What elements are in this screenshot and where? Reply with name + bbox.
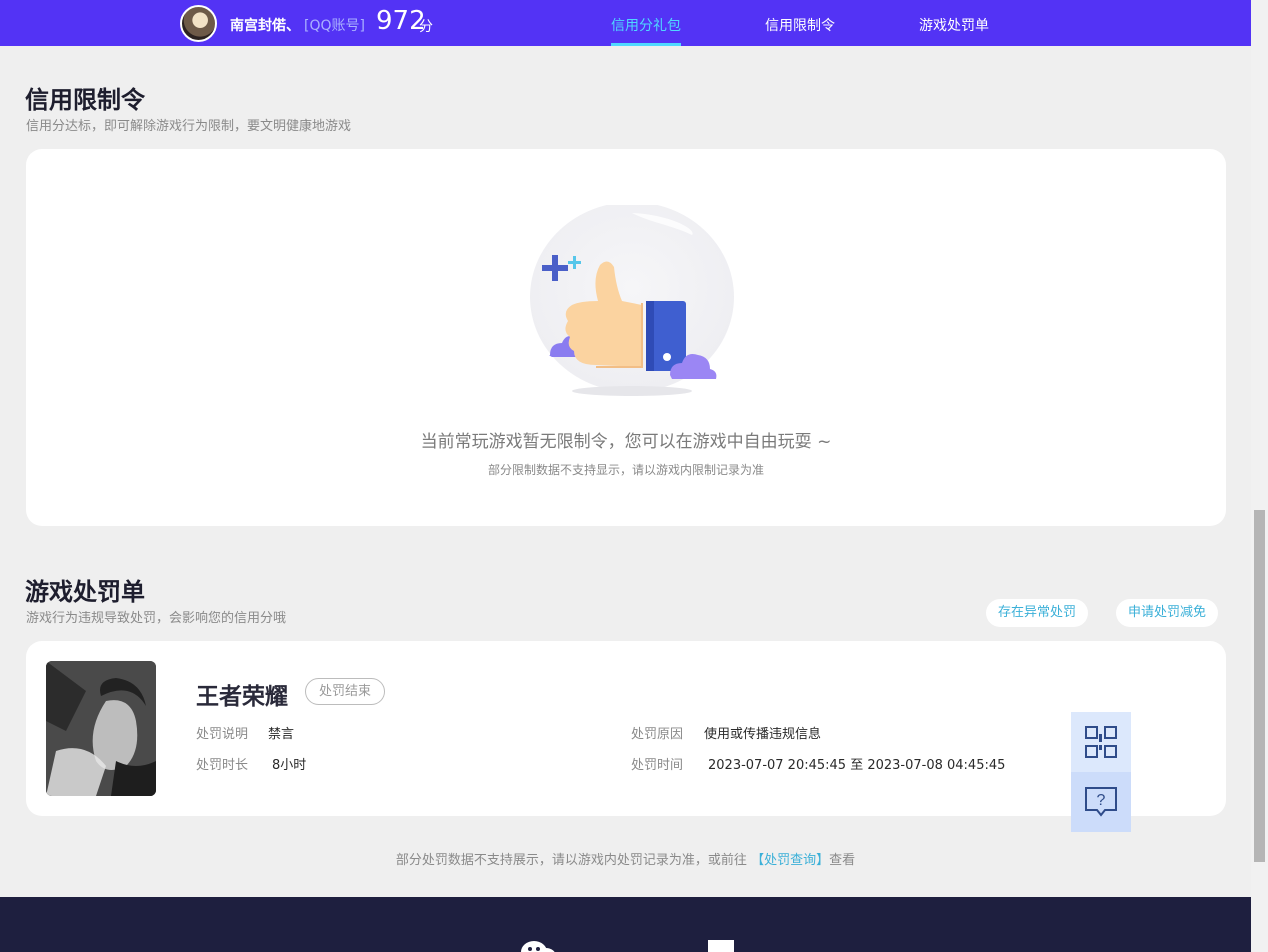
wechat-icon[interactable] — [520, 938, 556, 952]
nav-active-underline — [611, 43, 681, 46]
scrollbar-thumb[interactable] — [1254, 510, 1265, 862]
restriction-card: 当前常玩游戏暂无限制令，您可以在游戏中自由玩耍 ~ 部分限制数据不支持显示，请以… — [26, 149, 1226, 526]
restriction-subtitle: 信用分达标，即可解除游戏行为限制，要文明健康地游戏 — [26, 119, 352, 134]
qr-code-button[interactable] — [1071, 712, 1131, 772]
game-cover-image — [46, 661, 156, 796]
nickname: 南宫封偌、 — [230, 18, 300, 34]
score-unit: 分 — [419, 19, 433, 35]
help-chat-icon: ? — [1085, 787, 1117, 817]
footer-square-icon[interactable] — [708, 940, 734, 952]
penalty-query-link[interactable]: 【处罚查询】 — [751, 853, 829, 868]
penalty-time-label: 处罚时间 — [631, 758, 684, 773]
penalty-subtitle: 游戏行为违规导致处罚，会影响您的信用分哦 — [26, 611, 287, 626]
game-name: 王者荣耀 — [196, 684, 288, 710]
restriction-title: 信用限制令 — [25, 86, 145, 114]
apply-reduction-button[interactable]: 申请处罚减免 — [1116, 599, 1219, 627]
penalty-card: 王者荣耀 处罚结束 处罚说明 禁言 处罚时长 8小时 处罚原因 使用或传播违规信… — [26, 641, 1226, 816]
penalty-desc-label: 处罚说明 — [196, 727, 249, 742]
penalty-duration-label: 处罚时长 — [196, 758, 249, 773]
penalty-time-value: 2023-07-07 20:45:45 至 2023-07-08 04:45:4… — [708, 758, 1006, 773]
account-type: [QQ账号] — [304, 18, 365, 34]
empty-message: 当前常玩游戏暂无限制令，您可以在游戏中自由玩耍 ~ — [420, 432, 832, 452]
penalty-footnote: 部分处罚数据不支持展示，请以游戏内处罚记录为准，或前往 【处罚查询】查看 — [0, 849, 1251, 868]
nav-game-penalty[interactable]: 游戏处罚单 — [919, 15, 989, 35]
nav-credit-restriction[interactable]: 信用限制令 — [765, 15, 835, 35]
penalty-title: 游戏处罚单 — [25, 578, 145, 606]
nav-credit-gift[interactable]: 信用分礼包 — [611, 15, 681, 35]
penalty-desc-value: 禁言 — [268, 727, 295, 742]
thumbs-up-illustration — [530, 205, 734, 396]
help-button[interactable]: ? — [1071, 772, 1131, 832]
footnote-suffix: 查看 — [829, 853, 856, 868]
empty-note: 部分限制数据不支持显示，请以游戏内限制记录为准 — [487, 463, 764, 477]
penalty-status-badge: 处罚结束 — [305, 678, 386, 705]
penalty-reason-value: 使用或传播违规信息 — [704, 727, 822, 742]
abnormal-penalty-button[interactable]: 存在异常处罚 — [986, 599, 1089, 627]
page-footer — [0, 897, 1251, 952]
footnote-text: 部分处罚数据不支持展示，请以游戏内处罚记录为准，或前往 — [395, 853, 747, 868]
avatar[interactable] — [180, 5, 217, 42]
penalty-reason-label: 处罚原因 — [631, 727, 684, 742]
svg-text:?: ? — [1097, 792, 1106, 809]
top-bar: 南宫封偌、 [QQ账号] 972 分 信用分礼包 信用限制令 游戏处罚单 — [0, 0, 1251, 46]
penalty-duration-value: 8小时 — [272, 758, 307, 773]
qr-code-icon — [1085, 726, 1117, 758]
